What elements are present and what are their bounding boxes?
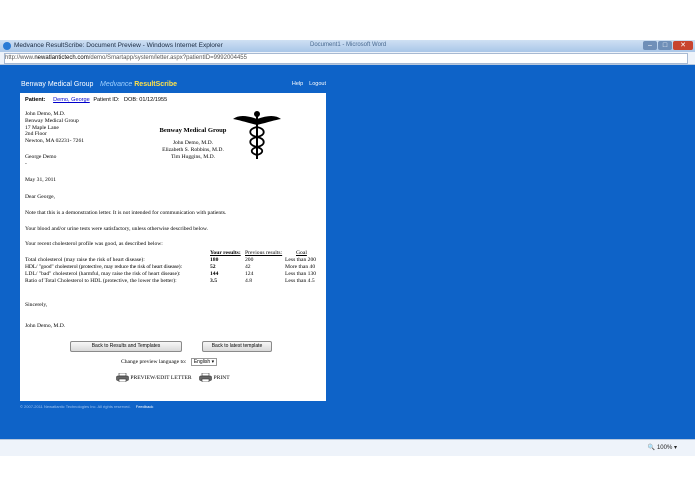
chevron-down-icon: ▾ xyxy=(211,359,215,365)
recipient-name: George Demo xyxy=(25,154,57,160)
app-header: Benway Medical Group Medvance ResultScri… xyxy=(18,79,326,91)
signature: John Demo, M.D. xyxy=(25,323,66,329)
sender-line: Newton, MA 02231- 7261 xyxy=(25,138,85,145)
row-goal: Less than 200 xyxy=(285,257,317,263)
browser-window: Medvance ResultScribe: Document Preview … xyxy=(0,40,695,456)
zoom-control[interactable]: 🔍 100% ▾ xyxy=(648,444,677,451)
address-bar[interactable]: http://www.newatlantictech.com/demo/Smar… xyxy=(0,52,695,65)
preview-printer-icon[interactable] xyxy=(116,373,129,382)
url-domain: newatlantictech.com xyxy=(34,55,89,61)
language-label: Change preview language to: xyxy=(121,359,187,365)
url-field[interactable]: http://www.newatlantictech.com/demo/Smar… xyxy=(4,53,688,64)
sender-line: 2nd Floor xyxy=(25,131,47,138)
col-header-prev: Previous results: xyxy=(245,250,283,256)
page-content: Benway Medical Group Medvance ResultScri… xyxy=(0,65,695,439)
patient-label: Patient: xyxy=(25,97,46,103)
group-name: Benway Medical Group xyxy=(21,81,94,88)
window-title: Medvance ResultScribe: Document Preview … xyxy=(14,42,223,49)
close-button[interactable]: ✕ xyxy=(673,41,693,50)
brand-part-a: Medvance xyxy=(100,81,135,88)
row-yours: 52 xyxy=(210,264,216,270)
minimize-button[interactable]: – xyxy=(643,41,657,50)
patient-id-label: Patient ID: xyxy=(93,97,120,103)
patient-bar: Patient: Demo, George Patient ID: DOB: 0… xyxy=(25,97,167,103)
language-row: Change preview language to: English ▾ xyxy=(121,358,218,366)
title-bar: Medvance ResultScribe: Document Preview … xyxy=(0,40,695,52)
action-row: PREVIEW/EDIT LETTER PRINT xyxy=(116,373,230,382)
language-value: English xyxy=(193,359,211,365)
row-goal: Less than 130 xyxy=(285,271,317,277)
letter-preview: Patient: Demo, George Patient ID: DOB: 0… xyxy=(20,93,326,401)
row-yours: 144 xyxy=(210,271,219,277)
print-link[interactable]: PRINT xyxy=(213,375,229,381)
copyright-text: © 2007-2011 Newatlantic Technologies Inc… xyxy=(20,404,131,409)
print-printer-icon[interactable] xyxy=(199,373,212,382)
help-link[interactable]: Help xyxy=(292,81,303,87)
letter-date: May 31, 2011 xyxy=(25,177,57,183)
taskbar-item-word[interactable]: Document1 - Microsoft Word xyxy=(310,42,386,48)
patient-dob: DOB: 01/12/1955 xyxy=(124,97,168,103)
letterhead-doctor: John Demo, M.D. xyxy=(172,140,214,146)
logout-link[interactable]: Logout xyxy=(309,81,326,87)
row-yours: 3.5 xyxy=(210,278,217,284)
row-prev: 42 xyxy=(245,264,251,270)
letterhead-doctor: Tim Huggins, M.D. xyxy=(170,154,216,160)
caduceus-icon xyxy=(233,111,281,159)
sender-line: Benway Medical Group xyxy=(25,117,79,124)
salutation: Dear George, xyxy=(25,194,56,200)
zoom-icon: 🔍 xyxy=(647,445,656,451)
ie-icon xyxy=(3,42,11,50)
url-path: /demo/Smartapp/system/letter.aspx?patien… xyxy=(88,55,247,61)
letterhead-doctor: Elizabeth S. Robbins, M.D. xyxy=(162,147,224,153)
paragraph: Note that this is a demonstration letter… xyxy=(25,210,227,216)
results-table: Your results: Previous results: Goal Tot… xyxy=(25,250,325,290)
col-header-yours: Your results: xyxy=(210,250,241,256)
feedback-link[interactable]: Feedback xyxy=(136,404,154,409)
row-prev: 200 xyxy=(245,257,254,263)
page-footer: © 2007-2011 Newatlantic Technologies Inc… xyxy=(20,404,153,409)
row-goal: Less than 4.5 xyxy=(285,278,315,284)
row-goal: More than 40 xyxy=(285,264,316,270)
row-yours: 180 xyxy=(210,257,219,263)
maximize-button[interactable]: □ xyxy=(658,41,672,50)
paragraph: Your recent cholesterol profile was good… xyxy=(25,241,163,247)
status-bar: 🔍 100% ▾ xyxy=(0,439,695,456)
paragraph: Your blood and/or urine tests were satis… xyxy=(25,226,208,232)
brand-part-b: ResultScribe xyxy=(134,81,178,88)
back-to-results-button[interactable]: Back to Results and Templates xyxy=(70,341,182,352)
letterhead: Benway Medical Group John Demo, M.D. Eli… xyxy=(154,127,232,161)
recipient-mark: - xyxy=(25,161,27,167)
row-label: Total cholesterol (may raise the risk of… xyxy=(25,257,145,263)
letterhead-org: Benway Medical Group xyxy=(159,127,227,134)
sender-line: 17 Maple Lane xyxy=(25,124,59,131)
row-label: Ratio of Total Cholesterol to HDL (prote… xyxy=(25,278,177,284)
app-brand: Medvance ResultScribe xyxy=(100,81,177,88)
row-prev: 124 xyxy=(245,271,254,277)
closing: Sincerely, xyxy=(25,302,48,308)
row-label: LDL/ "bad" cholesterol (harmful, may rai… xyxy=(25,271,181,277)
sender-address: John Demo, M.D. Benway Medical Group 17 … xyxy=(25,111,84,145)
back-to-template-button[interactable]: Back to latest template xyxy=(202,341,272,352)
col-header-goal: Goal xyxy=(296,250,307,256)
row-prev: 4.8 xyxy=(245,278,252,284)
language-select[interactable]: English ▾ xyxy=(190,358,218,366)
sender-line: John Demo, M.D. xyxy=(25,111,66,117)
patient-name-link[interactable]: Demo, George xyxy=(53,97,90,103)
row-label: HDL/ "good" cholesterol (protective, may… xyxy=(25,264,182,270)
zoom-value: 100% xyxy=(656,445,673,451)
preview-edit-letter-link[interactable]: PREVIEW/EDIT LETTER xyxy=(130,375,191,381)
url-prefix: http://www. xyxy=(5,55,35,61)
